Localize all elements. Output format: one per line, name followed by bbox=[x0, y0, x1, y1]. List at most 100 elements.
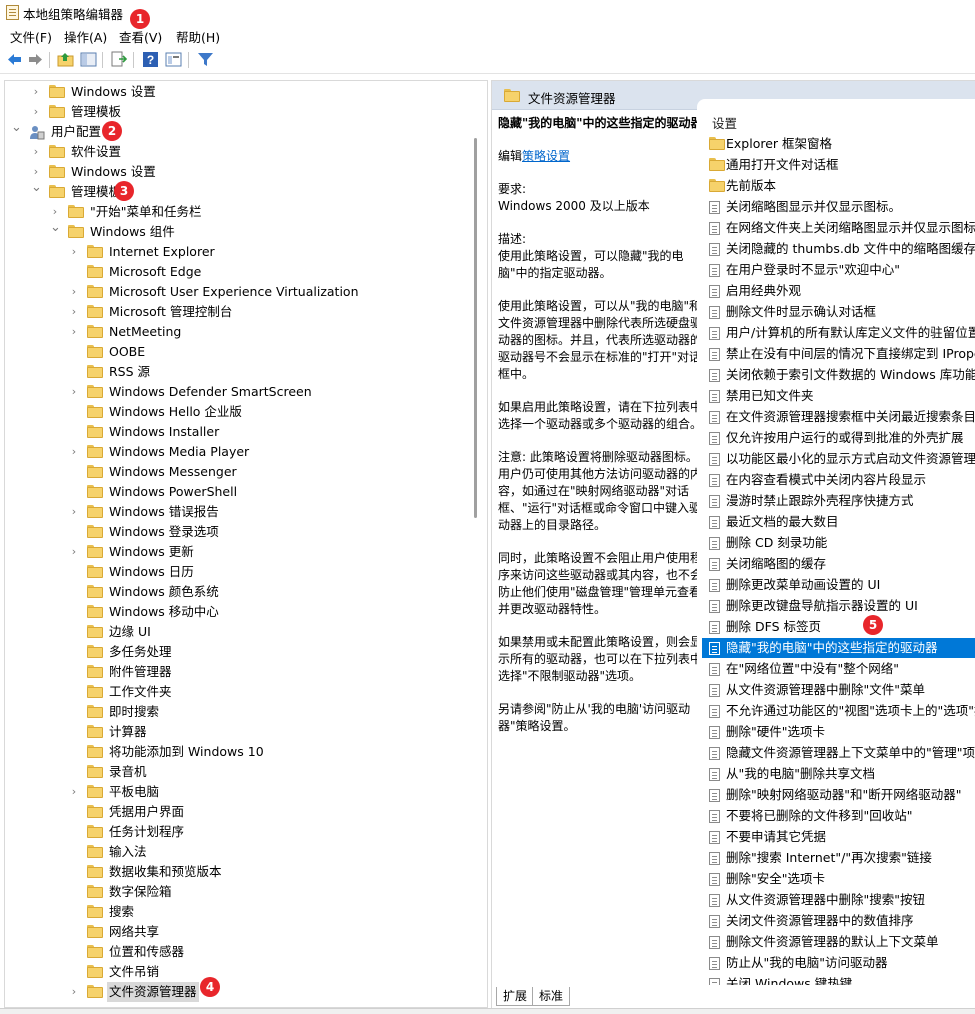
policy-setting-item[interactable]: 在网络文件夹上关闭缩略图显示并仅显示图标 bbox=[709, 218, 975, 238]
tree-scrollbar[interactable] bbox=[474, 138, 477, 518]
menu-file[interactable]: 文件(F) bbox=[10, 27, 52, 46]
policy-setting-item[interactable]: 从文件资源管理器中删除"搜索"按钮 bbox=[709, 890, 975, 910]
settings-column-header[interactable]: 设置 bbox=[712, 113, 737, 132]
settings-folder-item[interactable]: Explorer 框架窗格 bbox=[709, 134, 975, 154]
chevron-right-icon[interactable]: › bbox=[69, 322, 79, 342]
tree-item[interactable]: Windows 颜色系统 bbox=[5, 582, 475, 602]
tree-item[interactable]: › Windows 更新 bbox=[5, 542, 475, 562]
chevron-right-icon[interactable]: › bbox=[69, 282, 79, 302]
tree-item[interactable]: › Microsoft User Experience Virtualizatio… bbox=[5, 282, 475, 302]
chevron-down-icon[interactable]: ⌄ bbox=[50, 218, 61, 238]
chevron-right-icon[interactable]: › bbox=[31, 142, 41, 162]
policy-setting-item[interactable]: 关闭缩略图的缓存 bbox=[709, 554, 975, 574]
forward-icon[interactable] bbox=[27, 51, 44, 68]
chevron-right-icon[interactable]: › bbox=[69, 982, 79, 1002]
tab-extended[interactable]: 扩展 bbox=[496, 987, 535, 1006]
tree-item[interactable]: 多任务处理 bbox=[5, 642, 475, 662]
tree-item[interactable]: 将功能添加到 Windows 10 bbox=[5, 742, 475, 762]
chevron-right-icon[interactable]: › bbox=[69, 442, 79, 462]
chevron-down-icon[interactable]: ⌄ bbox=[31, 178, 42, 198]
policy-setting-item[interactable]: 删除"映射网络驱动器"和"断开网络驱动器" bbox=[709, 785, 975, 805]
tree-item[interactable]: Windows Messenger bbox=[5, 462, 475, 482]
policy-setting-item[interactable]: 禁用已知文件夹 bbox=[709, 386, 975, 406]
tree-item[interactable]: 网络共享 bbox=[5, 922, 475, 942]
tree-item[interactable]: ⌄ Windows 组件 bbox=[5, 220, 475, 242]
tree-item[interactable]: › Windows 设置 bbox=[5, 162, 475, 182]
tab-standard[interactable]: 标准 bbox=[532, 987, 571, 1006]
policy-setting-item[interactable]: 仅允许按用户运行的或得到批准的外壳扩展 bbox=[709, 428, 975, 448]
policy-setting-item[interactable]: 关闭依赖于索引文件数据的 Windows 库功能 bbox=[709, 365, 975, 385]
policy-setting-item[interactable]: 删除"安全"选项卡 bbox=[709, 869, 975, 889]
console-tree[interactable]: › Windows 设置 › 管理模板 ⌄ 用户配置 › 软件设置 › Windows 设置 ⌄ 管理… bbox=[4, 80, 488, 1008]
tree-item[interactable]: › Microsoft 管理控制台 bbox=[5, 302, 475, 322]
tree-item[interactable]: Microsoft Edge bbox=[5, 262, 475, 282]
chevron-right-icon[interactable]: › bbox=[69, 782, 79, 802]
tree-item[interactable]: ⌄ 用户配置 bbox=[5, 120, 475, 142]
tree-item[interactable]: Windows 移动中心 bbox=[5, 602, 475, 622]
tree-item[interactable]: › Windows 设置 bbox=[5, 82, 475, 102]
tree-item[interactable]: › "开始"菜单和任务栏 bbox=[5, 202, 475, 222]
show-hide-tree-icon[interactable] bbox=[80, 51, 97, 68]
policy-setting-item[interactable]: 在文件资源管理器搜索框中关闭最近搜索条目的显示 bbox=[709, 407, 975, 427]
policy-setting-item[interactable]: 漫游时禁止跟踪外壳程序快捷方式 bbox=[709, 491, 975, 511]
policy-setting-item[interactable]: 从"我的电脑"删除共享文档 bbox=[709, 764, 975, 784]
policy-setting-item[interactable]: 在用户登录时不显示"欢迎中心" bbox=[709, 260, 975, 280]
tree-item[interactable]: 输入法 bbox=[5, 842, 475, 862]
policy-setting-item[interactable]: 删除文件资源管理器的默认上下文菜单 bbox=[709, 932, 975, 952]
tree-item[interactable]: 数据收集和预览版本 bbox=[5, 862, 475, 882]
tree-item[interactable]: 数字保险箱 bbox=[5, 882, 475, 902]
tree-item[interactable]: › Internet Explorer bbox=[5, 242, 475, 262]
tree-item[interactable]: OOBE bbox=[5, 342, 475, 362]
filter-icon[interactable] bbox=[197, 51, 214, 68]
chevron-right-icon[interactable]: › bbox=[69, 242, 79, 262]
tree-item[interactable]: 即时搜索 bbox=[5, 702, 475, 722]
policy-setting-item[interactable]: 启用经典外观 bbox=[709, 281, 975, 301]
chevron-right-icon[interactable]: › bbox=[69, 502, 79, 522]
policy-setting-item[interactable]: 禁止在没有中间层的情况下直接绑定到 IPropertySetStorage bbox=[709, 344, 975, 364]
export-list-icon[interactable] bbox=[110, 51, 127, 68]
policy-setting-item[interactable]: 关闭文件资源管理器中的数值排序 bbox=[709, 911, 975, 931]
policy-setting-item[interactable]: 关闭缩略图显示并仅显示图标。 bbox=[709, 197, 975, 217]
tree-item[interactable]: › 管理模板 bbox=[5, 102, 475, 122]
back-icon[interactable] bbox=[6, 51, 23, 68]
tree-item[interactable]: 凭据用户界面 bbox=[5, 802, 475, 822]
chevron-right-icon[interactable]: › bbox=[31, 102, 41, 122]
settings-list[interactable]: 设置 Explorer 框架窗格 通用打开文件对话框 先前版本 关闭缩略图显示并仅显示… bbox=[697, 99, 975, 989]
chevron-right-icon[interactable]: › bbox=[31, 82, 41, 102]
help-icon[interactable]: ? bbox=[142, 51, 159, 68]
tree-item[interactable]: Windows Hello 企业版 bbox=[5, 402, 475, 422]
tree-item[interactable]: 位置和传感器 bbox=[5, 942, 475, 962]
settings-folder-item[interactable]: 通用打开文件对话框 bbox=[709, 155, 975, 175]
tree-item[interactable]: Windows 日历 bbox=[5, 562, 475, 582]
tree-item[interactable]: › Windows 错误报告 bbox=[5, 502, 475, 522]
tree-item[interactable]: 边缘 UI bbox=[5, 622, 475, 642]
tree-item[interactable]: 文件吊销 bbox=[5, 962, 475, 982]
tree-item[interactable]: RSS 源 bbox=[5, 362, 475, 382]
policy-setting-item[interactable]: 从文件资源管理器中删除"文件"菜单 bbox=[709, 680, 975, 700]
policy-setting-item[interactable]: 删除更改菜单动画设置的 UI bbox=[709, 575, 975, 595]
settings-folder-item[interactable]: 先前版本 bbox=[709, 176, 975, 196]
tree-item[interactable]: › 文件资源管理器 bbox=[5, 982, 475, 1002]
chevron-down-icon[interactable]: ⌄ bbox=[11, 118, 22, 138]
tree-item[interactable]: Windows Installer bbox=[5, 422, 475, 442]
tree-item[interactable]: › Windows Media Player bbox=[5, 442, 475, 462]
policy-setting-item[interactable]: 关闭隐藏的 thumbs.db 文件中的缩略图缓存 bbox=[709, 239, 975, 259]
policy-setting-item[interactable]: 隐藏"我的电脑"中的这些指定的驱动器 bbox=[702, 638, 975, 658]
tree-item[interactable]: Windows PowerShell bbox=[5, 482, 475, 502]
tree-item[interactable]: Windows 登录选项 bbox=[5, 522, 475, 542]
tree-item[interactable]: 任务计划程序 bbox=[5, 822, 475, 842]
policy-setting-item[interactable]: 在内容查看模式中关闭内容片段显示 bbox=[709, 470, 975, 490]
tree-item[interactable]: ⌄ 管理模板 bbox=[5, 180, 475, 202]
policy-setting-item[interactable]: 以功能区最小化的显示方式启动文件资源管理器 bbox=[709, 449, 975, 469]
menu-view[interactable]: 查看(V) bbox=[119, 27, 162, 46]
tree-item[interactable]: 搜索 bbox=[5, 902, 475, 922]
policy-setting-item[interactable]: 不要申请其它凭据 bbox=[709, 827, 975, 847]
policy-setting-item[interactable]: 删除文件时显示确认对话框 bbox=[709, 302, 975, 322]
policy-setting-item[interactable]: 不允许通过功能区的"视图"选项卡上的"选项"按钮打开"文件夹选项" bbox=[709, 701, 975, 721]
tree-item[interactable]: › 软件设置 bbox=[5, 142, 475, 162]
chevron-right-icon[interactable]: › bbox=[69, 542, 79, 562]
chevron-right-icon[interactable]: › bbox=[69, 382, 79, 402]
policy-setting-item[interactable]: 删除 DFS 标签页 bbox=[709, 617, 975, 637]
policy-setting-item[interactable]: 不要将已删除的文件移到"回收站" bbox=[709, 806, 975, 826]
policy-setting-item[interactable]: 防止从"我的电脑"访问驱动器 bbox=[709, 953, 975, 973]
